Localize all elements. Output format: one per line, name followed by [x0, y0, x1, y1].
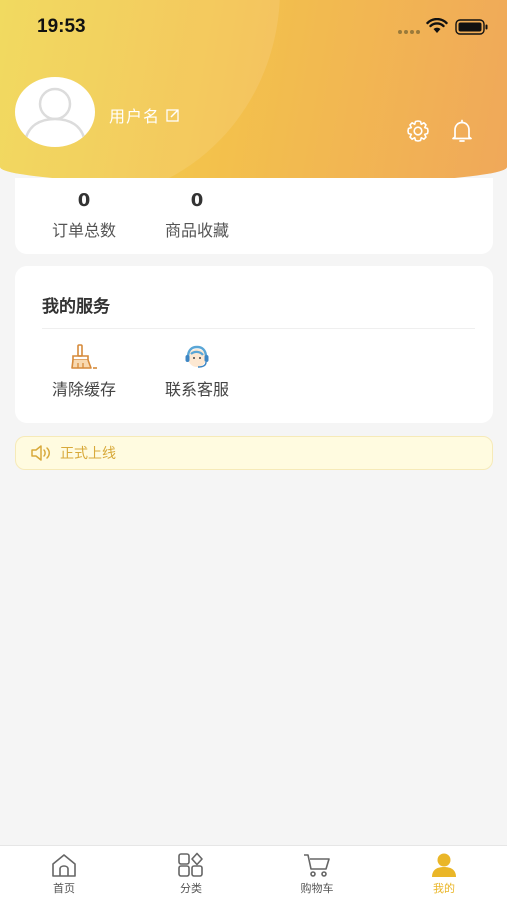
stat-value: 0: [77, 190, 91, 211]
tab-label: 我的: [433, 882, 455, 895]
tab-label: 购物车: [300, 882, 334, 895]
service-clear-cache[interactable]: 清除缓存: [34, 344, 134, 400]
service-label: 清除缓存: [51, 380, 116, 399]
tab-label: 分类: [180, 882, 202, 895]
home-icon: [52, 854, 76, 877]
bell-icon[interactable]: [450, 118, 474, 144]
service-label: 联系客服: [164, 380, 229, 399]
username-row[interactable]: 用户名: [109, 103, 180, 127]
status-time: 19:53: [37, 16, 86, 37]
tab-category[interactable]: 分类: [151, 852, 231, 896]
tab-label: 首页: [53, 882, 75, 895]
tab-cart[interactable]: 购物车: [277, 852, 357, 896]
user-icon: [432, 853, 456, 877]
default-avatar-icon: [23, 87, 87, 144]
cart-icon: [304, 854, 330, 877]
wifi-icon: [426, 18, 448, 33]
status-bar: 19:53: [0, 0, 507, 54]
username: 用户名: [109, 107, 161, 126]
stat-favorites[interactable]: 0 商品收藏: [147, 190, 247, 241]
stat-value: 0: [190, 190, 204, 211]
battery-icon: [455, 19, 488, 35]
tab-home[interactable]: 首页: [24, 852, 104, 896]
notice-text: 正式上线: [60, 446, 116, 462]
divider: [42, 328, 475, 329]
category-icon: [178, 852, 203, 877]
brush-icon: [71, 344, 97, 369]
notice-bar[interactable]: 正式上线: [15, 436, 493, 470]
settings-icon[interactable]: [405, 118, 431, 144]
service-contact-support[interactable]: 联系客服: [147, 344, 247, 400]
customer-service-icon: [185, 345, 209, 368]
stats-card: 0 订单总数 0 商品收藏: [15, 178, 493, 254]
signal-icon: [398, 30, 420, 34]
speaker-icon: [31, 445, 50, 461]
services-title: 我的服务: [42, 297, 110, 317]
edit-icon[interactable]: [166, 108, 180, 122]
stat-label: 商品收藏: [164, 221, 229, 240]
services-card: 我的服务 清除缓存 联系客服: [15, 266, 493, 423]
bottom-tab-bar: 首页 分类 购物车 我的: [0, 845, 507, 900]
tab-mine[interactable]: 我的: [404, 852, 484, 896]
avatar[interactable]: [15, 77, 95, 147]
stat-orders[interactable]: 0 订单总数: [34, 190, 134, 241]
stat-label: 订单总数: [51, 221, 116, 240]
